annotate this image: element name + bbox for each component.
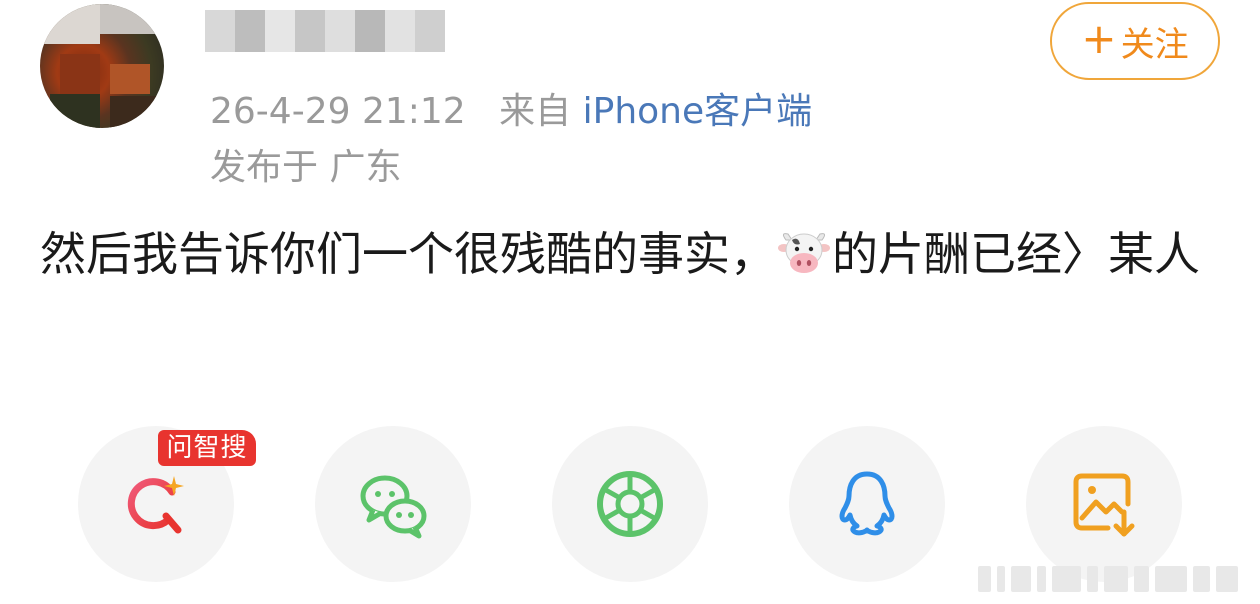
post-text-part1: 然后我告诉你们一个很残酷的事实， (40, 227, 776, 281)
watermark (978, 566, 1239, 592)
follow-button[interactable]: + 关注 (1050, 2, 1220, 80)
post-text-part2: 的片酬已经〉某人 (832, 227, 1200, 281)
ai-search-icon (127, 476, 184, 534)
moments-share-button[interactable] (552, 426, 708, 582)
post-text: 然后我告诉你们一个很残酷的事实， 的片酬已经〉某人 (40, 220, 1220, 288)
post-location: 发布于 广东 (210, 147, 402, 188)
source-prefix: 来自 (499, 91, 572, 132)
post-timestamp: 26-4-29 21:12 (210, 91, 466, 132)
cow-face-icon (778, 226, 830, 273)
save-image-button[interactable] (1026, 426, 1182, 582)
qq-share-button[interactable] (789, 426, 945, 582)
source-device-link[interactable]: iPhone客户端 (583, 91, 813, 132)
moments-icon (597, 471, 663, 537)
save-image-icon (1073, 473, 1135, 537)
wechat-icon (360, 475, 427, 539)
username-blurred[interactable] (205, 10, 445, 52)
plus-icon: + (1081, 14, 1117, 63)
wechat-share-button[interactable] (315, 426, 471, 582)
qq-icon (839, 471, 895, 536)
avatar[interactable] (40, 4, 164, 128)
follow-label: 关注 (1120, 24, 1189, 65)
post-meta: 26-4-29 21:12 来自 iPhone客户端 (210, 82, 812, 134)
ai-search-badge: 问智搜 (158, 430, 256, 466)
